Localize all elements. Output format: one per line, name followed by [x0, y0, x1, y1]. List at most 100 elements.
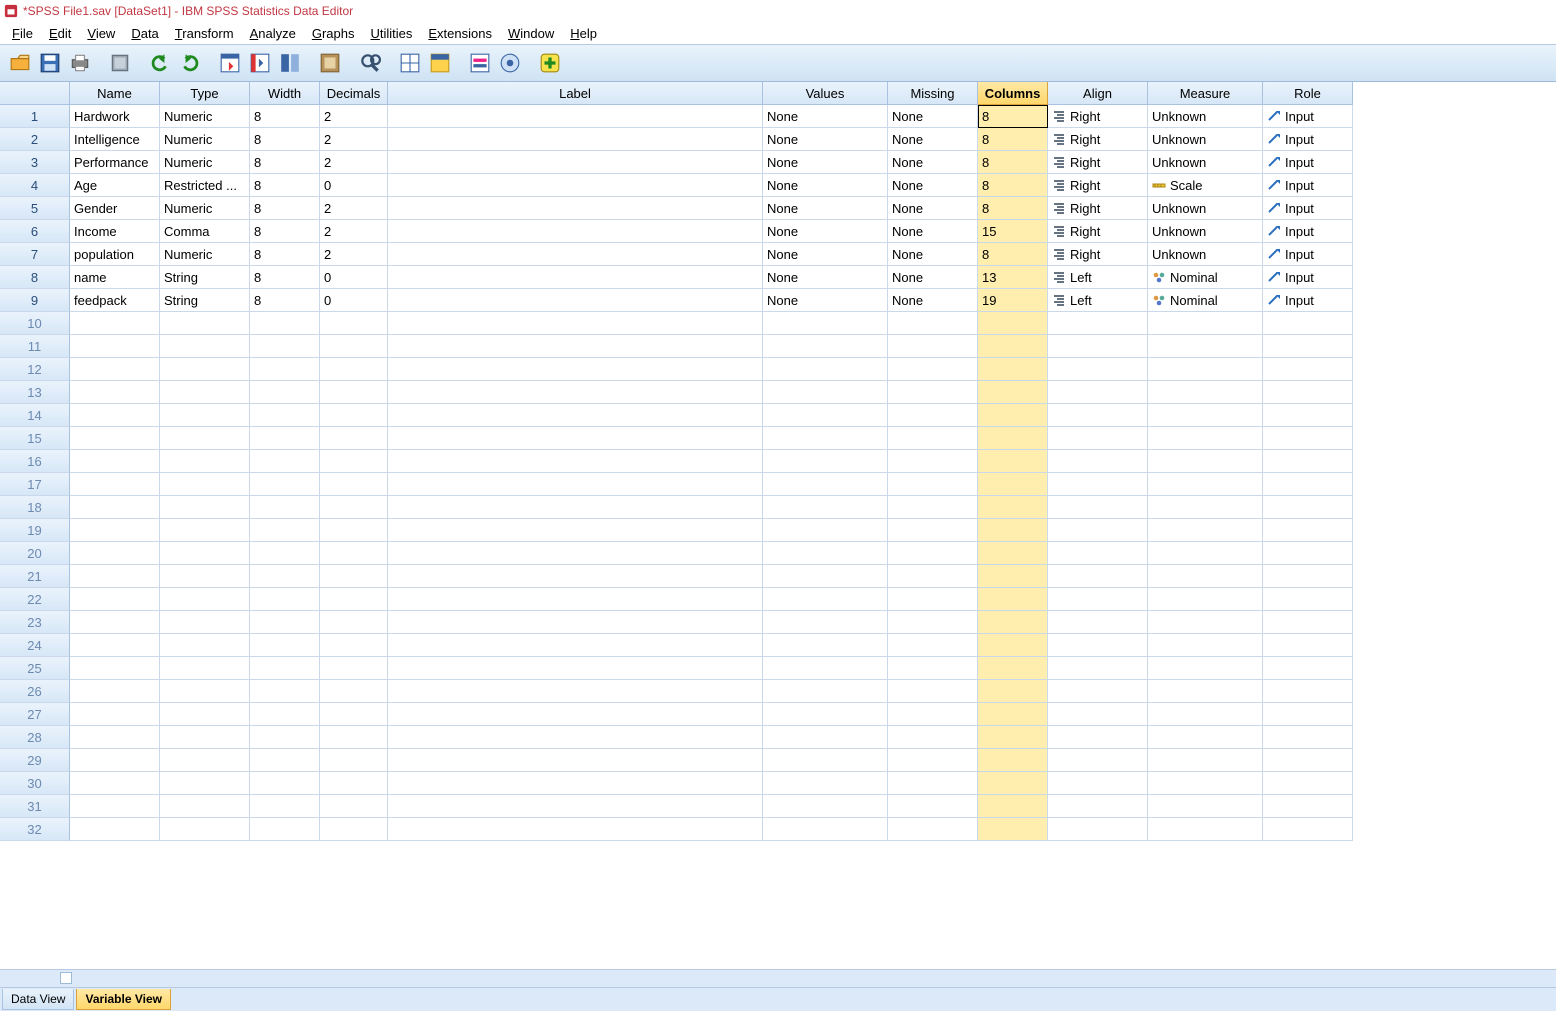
col-header-align[interactable]: Align [1048, 82, 1148, 105]
cell-empty[interactable] [320, 795, 388, 818]
cell-empty[interactable] [320, 542, 388, 565]
cell-empty[interactable] [160, 657, 250, 680]
print-icon[interactable] [66, 49, 94, 77]
cell-empty[interactable] [1148, 542, 1263, 565]
cell-measure[interactable]: Unknown [1148, 197, 1263, 220]
cell-measure[interactable]: Unknown [1148, 243, 1263, 266]
cell-empty[interactable] [1148, 519, 1263, 542]
cell-empty[interactable] [1148, 450, 1263, 473]
cell-empty[interactable] [1148, 703, 1263, 726]
cell-empty[interactable] [763, 427, 888, 450]
add-icon[interactable] [536, 49, 564, 77]
menu-analyze[interactable]: Analyze [242, 24, 304, 43]
cell-empty[interactable] [763, 450, 888, 473]
cell-values[interactable]: None [763, 289, 888, 312]
col-header-role[interactable]: Role [1263, 82, 1353, 105]
cell-empty[interactable] [1148, 427, 1263, 450]
cell-empty[interactable] [388, 519, 763, 542]
split-icon[interactable] [396, 49, 424, 77]
col-header-missing[interactable]: Missing [888, 82, 978, 105]
row-header[interactable]: 2 [0, 128, 70, 151]
cell-empty[interactable] [763, 611, 888, 634]
cell-role[interactable]: Input [1263, 243, 1353, 266]
cell-empty[interactable] [1263, 496, 1353, 519]
cell-empty[interactable] [320, 496, 388, 519]
cell-empty[interactable] [388, 358, 763, 381]
cell-label[interactable] [388, 220, 763, 243]
cell-empty[interactable] [1148, 335, 1263, 358]
cell-empty[interactable] [1048, 404, 1148, 427]
row-header[interactable]: 10 [0, 312, 70, 335]
row-header[interactable]: 13 [0, 381, 70, 404]
row-header[interactable]: 27 [0, 703, 70, 726]
cell-empty[interactable] [388, 772, 763, 795]
cell-width[interactable]: 8 [250, 266, 320, 289]
variable-grid[interactable]: NameTypeWidthDecimalsLabelValuesMissingC… [0, 82, 1353, 841]
cell-empty[interactable] [160, 381, 250, 404]
cell-role[interactable]: Input [1263, 128, 1353, 151]
tab-variable-view[interactable]: Variable View [76, 989, 171, 1010]
cell-empty[interactable] [250, 772, 320, 795]
cell-empty[interactable] [763, 588, 888, 611]
cell-columns[interactable]: 8 [978, 105, 1048, 128]
cell-empty[interactable] [978, 358, 1048, 381]
cell-empty[interactable] [888, 680, 978, 703]
row-header[interactable]: 30 [0, 772, 70, 795]
cell-empty[interactable] [160, 634, 250, 657]
cell-empty[interactable] [160, 588, 250, 611]
cell-role[interactable]: Input [1263, 174, 1353, 197]
cell-empty[interactable] [763, 795, 888, 818]
run-icon[interactable] [316, 49, 344, 77]
cell-empty[interactable] [70, 312, 160, 335]
cell-empty[interactable] [160, 473, 250, 496]
cell-columns[interactable]: 13 [978, 266, 1048, 289]
cell-empty[interactable] [250, 542, 320, 565]
cell-empty[interactable] [1048, 657, 1148, 680]
cell-empty[interactable] [888, 611, 978, 634]
cell-decimals[interactable]: 0 [320, 289, 388, 312]
cell-type[interactable]: Restricted ... [160, 174, 250, 197]
cell-values[interactable]: None [763, 174, 888, 197]
cell-missing[interactable]: None [888, 197, 978, 220]
cell-width[interactable]: 8 [250, 151, 320, 174]
cell-empty[interactable] [763, 404, 888, 427]
cell-width[interactable]: 8 [250, 128, 320, 151]
cell-empty[interactable] [160, 519, 250, 542]
cell-empty[interactable] [70, 473, 160, 496]
cell-columns[interactable]: 19 [978, 289, 1048, 312]
cell-width[interactable]: 8 [250, 289, 320, 312]
cell-empty[interactable] [70, 726, 160, 749]
cell-empty[interactable] [70, 680, 160, 703]
cell-type[interactable]: Comma [160, 220, 250, 243]
cell-empty[interactable] [250, 680, 320, 703]
horizontal-scrollbar[interactable] [0, 969, 1556, 987]
cell-missing[interactable]: None [888, 220, 978, 243]
col-header-label[interactable]: Label [388, 82, 763, 105]
row-header[interactable]: 6 [0, 220, 70, 243]
row-header[interactable]: 20 [0, 542, 70, 565]
cell-type[interactable]: Numeric [160, 151, 250, 174]
row-header[interactable]: 16 [0, 450, 70, 473]
cell-empty[interactable] [978, 312, 1048, 335]
cell-empty[interactable] [1263, 427, 1353, 450]
cell-empty[interactable] [763, 519, 888, 542]
cell-empty[interactable] [888, 450, 978, 473]
cell-align[interactable]: Right [1048, 128, 1148, 151]
col-header-name[interactable]: Name [70, 82, 160, 105]
cell-empty[interactable] [978, 565, 1048, 588]
cell-label[interactable] [388, 128, 763, 151]
cell-columns[interactable]: 8 [978, 151, 1048, 174]
cell-measure[interactable]: Unknown [1148, 105, 1263, 128]
cell-empty[interactable] [1263, 634, 1353, 657]
row-header[interactable]: 25 [0, 657, 70, 680]
cell-role[interactable]: Input [1263, 105, 1353, 128]
cell-empty[interactable] [1048, 772, 1148, 795]
cell-label[interactable] [388, 289, 763, 312]
cell-empty[interactable] [320, 657, 388, 680]
cell-empty[interactable] [1263, 312, 1353, 335]
cell-empty[interactable] [1048, 312, 1148, 335]
cell-empty[interactable] [70, 542, 160, 565]
cell-empty[interactable] [888, 565, 978, 588]
cell-empty[interactable] [70, 818, 160, 841]
cell-empty[interactable] [250, 427, 320, 450]
